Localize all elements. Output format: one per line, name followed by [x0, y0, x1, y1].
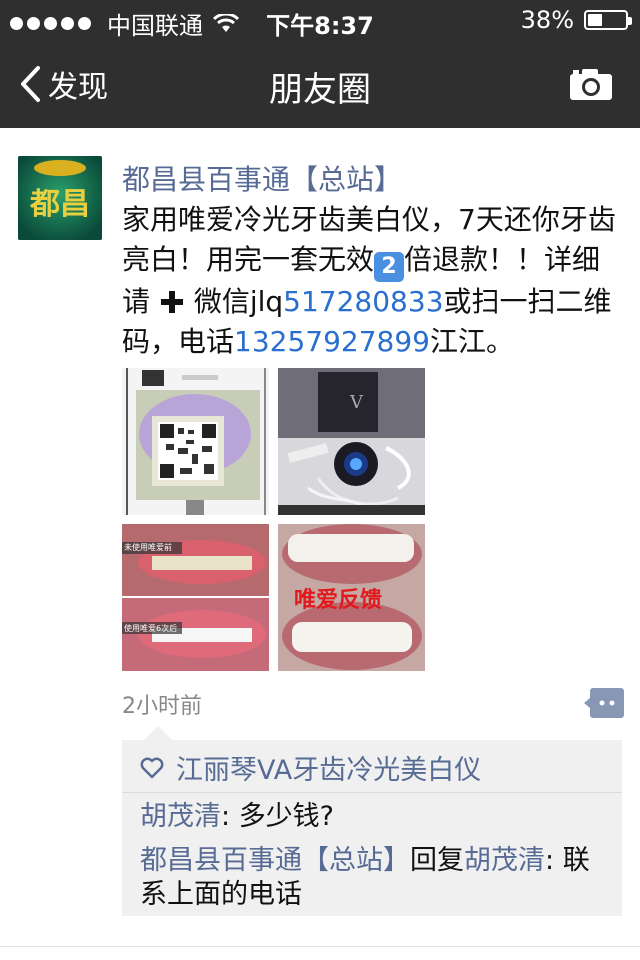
- battery-percent: 38%: [520, 6, 574, 34]
- post-author[interactable]: 都昌县百事通【总站】: [122, 158, 402, 198]
- reply-word: 回复: [410, 845, 464, 876]
- likes-row: 江丽琴VA牙齿冷光美白仪: [140, 748, 481, 787]
- reply-target[interactable]: 胡茂清: [464, 845, 545, 876]
- post-divider: [0, 946, 640, 947]
- battery-icon: [584, 10, 632, 30]
- heart-icon: [140, 757, 164, 778]
- status-right: 38%: [520, 6, 632, 34]
- divider: [122, 792, 622, 793]
- nav-bar: 发现 朋友圈: [0, 40, 640, 128]
- photo-whitening-device[interactable]: V: [278, 368, 425, 515]
- after-label: 使用唯爱6次后: [124, 624, 178, 633]
- status-bar: 中国联通 下午8:37 38%: [0, 0, 640, 40]
- photo-teeth-before-after[interactable]: 未使用唯爱前 使用唯爱6次后: [122, 524, 269, 671]
- phone-link[interactable]: 13257927899: [234, 325, 430, 358]
- post-time: 2小时前: [122, 694, 202, 719]
- camera-icon: [570, 69, 612, 100]
- comment-sep: :: [545, 845, 563, 876]
- before-label: 未使用唯爱前: [124, 543, 172, 552]
- like-user[interactable]: 江丽琴VA牙齿冷光美白仪: [176, 748, 481, 787]
- post-text-5: 江江。: [429, 325, 514, 358]
- avatar[interactable]: 都昌: [18, 156, 102, 240]
- wechat-id-link[interactable]: 517280833: [283, 285, 443, 318]
- comment-item[interactable]: 胡茂清: 多少钱?: [140, 798, 610, 836]
- comment-sep: :: [221, 801, 239, 832]
- feedback-label: 唯爱反馈: [294, 588, 383, 613]
- page-title: 朋友圈: [269, 70, 371, 110]
- comment-icon: [584, 688, 624, 718]
- svg-text:V: V: [349, 392, 364, 413]
- photo-teeth-feedback[interactable]: 唯爱反馈: [278, 524, 425, 671]
- comment-button[interactable]: [584, 688, 624, 718]
- number-two-emoji: 2: [374, 252, 405, 282]
- comments-section: 江丽琴VA牙齿冷光美白仪 胡茂清: 多少钱? 都昌县百事通【总站】回复胡茂清: …: [122, 726, 622, 916]
- avatar-logo-text: 都昌: [29, 187, 90, 222]
- comment-item[interactable]: 都昌县百事通【总站】回复胡茂清: 联系上面的电话: [140, 844, 610, 912]
- post-text-3: 微信jlq: [193, 285, 284, 318]
- comment-author[interactable]: 胡茂清: [140, 801, 221, 832]
- post-content: 家用唯爱冷光牙齿美白仪，7天还你牙齿亮白！用完一套无效 2 倍退款！！详细请 微信j…: [122, 200, 622, 362]
- photo-qr-code[interactable]: [122, 368, 269, 515]
- camera-button[interactable]: [568, 66, 614, 106]
- plus-icon: [160, 291, 183, 313]
- comment-text: 多少钱?: [238, 801, 335, 832]
- comment-author[interactable]: 都昌县百事通【总站】: [140, 845, 410, 876]
